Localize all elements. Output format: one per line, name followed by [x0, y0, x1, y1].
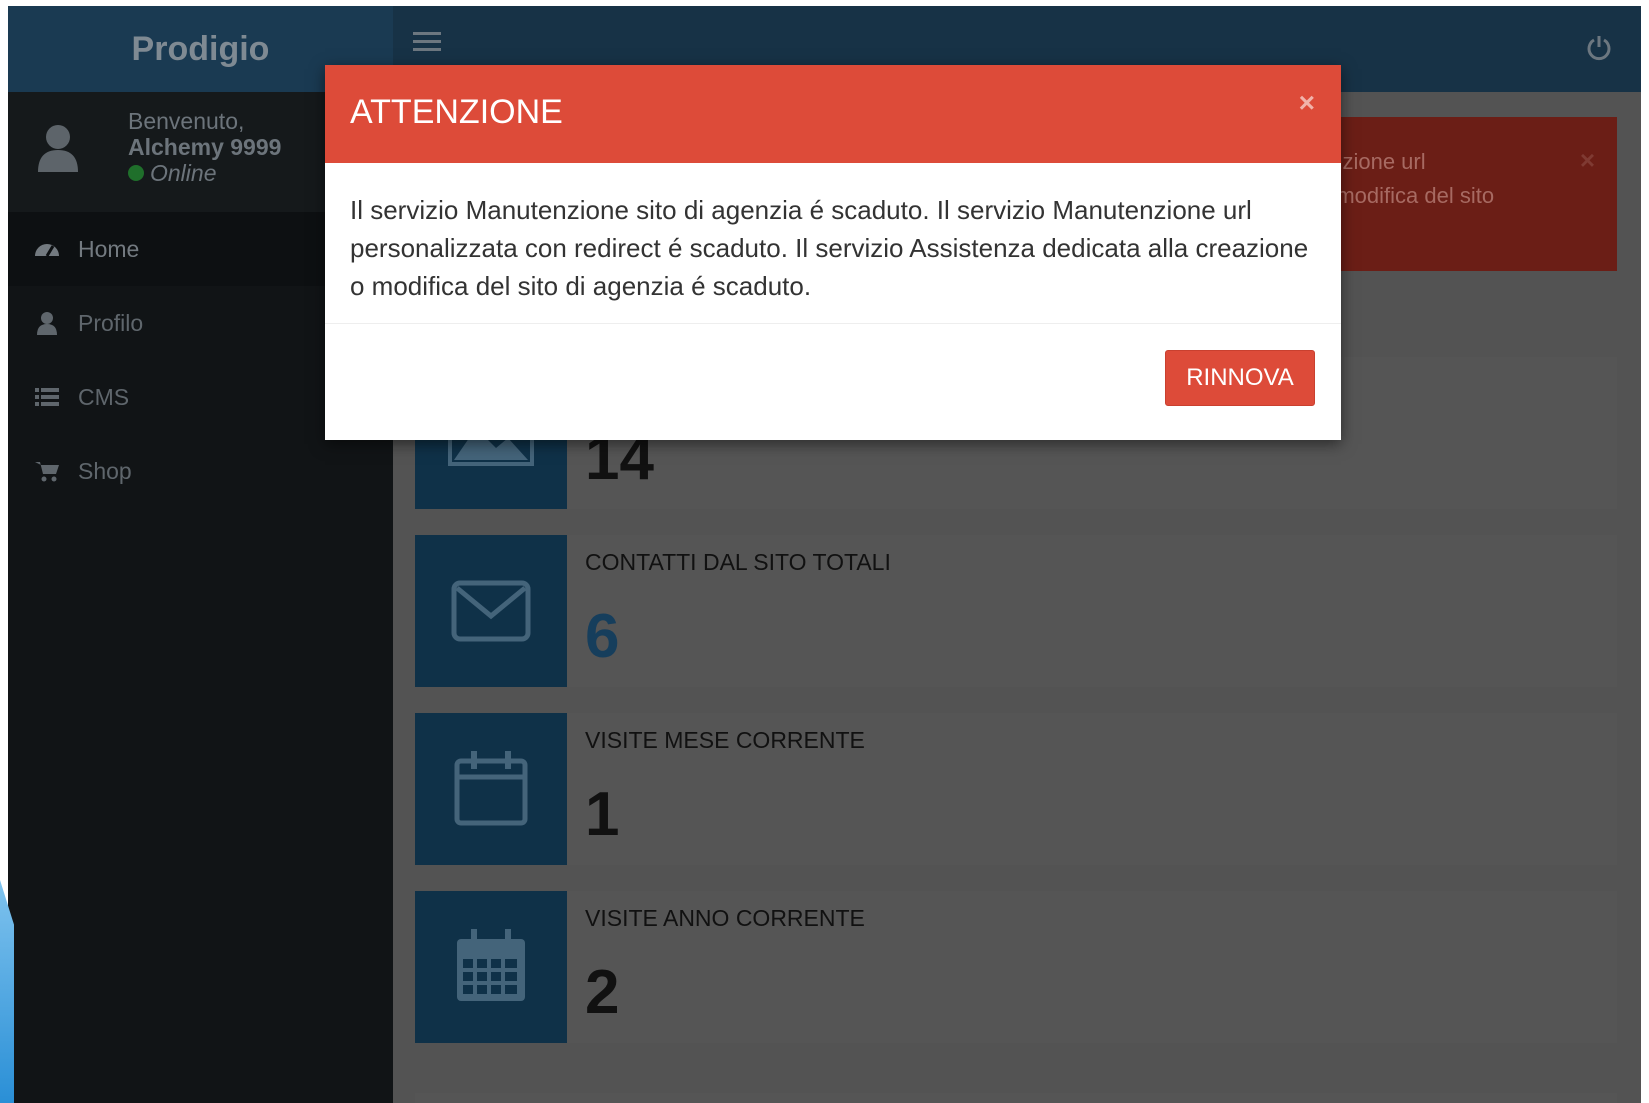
- modal-message: Il servizio Manutenzione sito di agenzia…: [325, 163, 1341, 324]
- stat-label: VISITE ANNO CORRENTE: [585, 905, 865, 931]
- warning-modal: ATTENZIONE × Il servizio Manutenzione si…: [325, 65, 1341, 440]
- dashboard-icon: [34, 236, 60, 262]
- user-status: Online: [128, 160, 281, 186]
- sidebar-item-label: Shop: [78, 457, 132, 484]
- alert-line: o modifica del sito: [1318, 183, 1495, 208]
- sidebar-item-label: Home: [78, 235, 140, 262]
- greeting-text: Benvenuto,: [128, 108, 245, 134]
- app-window: Prodigio Benvenuto, Alchemy 9999 Online …: [8, 6, 1641, 1103]
- alert-line: enzione url: [1318, 149, 1426, 174]
- power-icon[interactable]: [1585, 34, 1613, 62]
- stat-value: 1: [585, 780, 620, 849]
- modal-footer: RINNOVA: [325, 324, 1341, 432]
- calendar-icon: [415, 713, 567, 865]
- list-icon: [34, 384, 60, 410]
- sidebar-item-label: Profilo: [78, 309, 144, 336]
- stat-value: 6: [585, 602, 620, 671]
- user-info: Benvenuto, Alchemy 9999 Online: [128, 108, 281, 186]
- sidebar-item-shop[interactable]: Shop: [8, 434, 393, 508]
- stat-box-partial: [415, 1093, 1617, 1103]
- online-dot-icon: [128, 165, 144, 181]
- user-avatar-icon: [36, 122, 80, 174]
- status-label: Online: [150, 160, 217, 186]
- stat-box-year-visits: VISITE ANNO CORRENTE 2: [415, 891, 1617, 1043]
- envelope-icon: [415, 535, 567, 687]
- stat-label: VISITE MESE CORRENTE: [585, 727, 865, 753]
- stat-box-month-visits: VISITE MESE CORRENTE 1: [415, 713, 1617, 865]
- stat-box-contacts: CONTATTI DAL SITO TOTALI 6: [415, 535, 1617, 687]
- user-icon: [34, 310, 60, 336]
- modal-title: ATTENZIONE: [350, 93, 563, 131]
- alert-close-icon[interactable]: ×: [1580, 145, 1595, 176]
- calendar-grid-icon: [415, 891, 567, 1043]
- renew-button[interactable]: RINNOVA: [1165, 350, 1315, 406]
- modal-header: ATTENZIONE ×: [325, 65, 1341, 163]
- stat-value: 2: [585, 958, 620, 1027]
- user-name: Alchemy 9999: [128, 134, 282, 160]
- menu-toggle-icon[interactable]: [413, 32, 441, 52]
- sidebar-item-label: CMS: [78, 383, 130, 410]
- alert-text: enzione url o modifica del sito: [1318, 145, 1618, 213]
- cart-icon: [34, 458, 60, 484]
- stat-label: CONTATTI DAL SITO TOTALI: [585, 549, 891, 575]
- modal-close-icon[interactable]: ×: [1299, 87, 1315, 119]
